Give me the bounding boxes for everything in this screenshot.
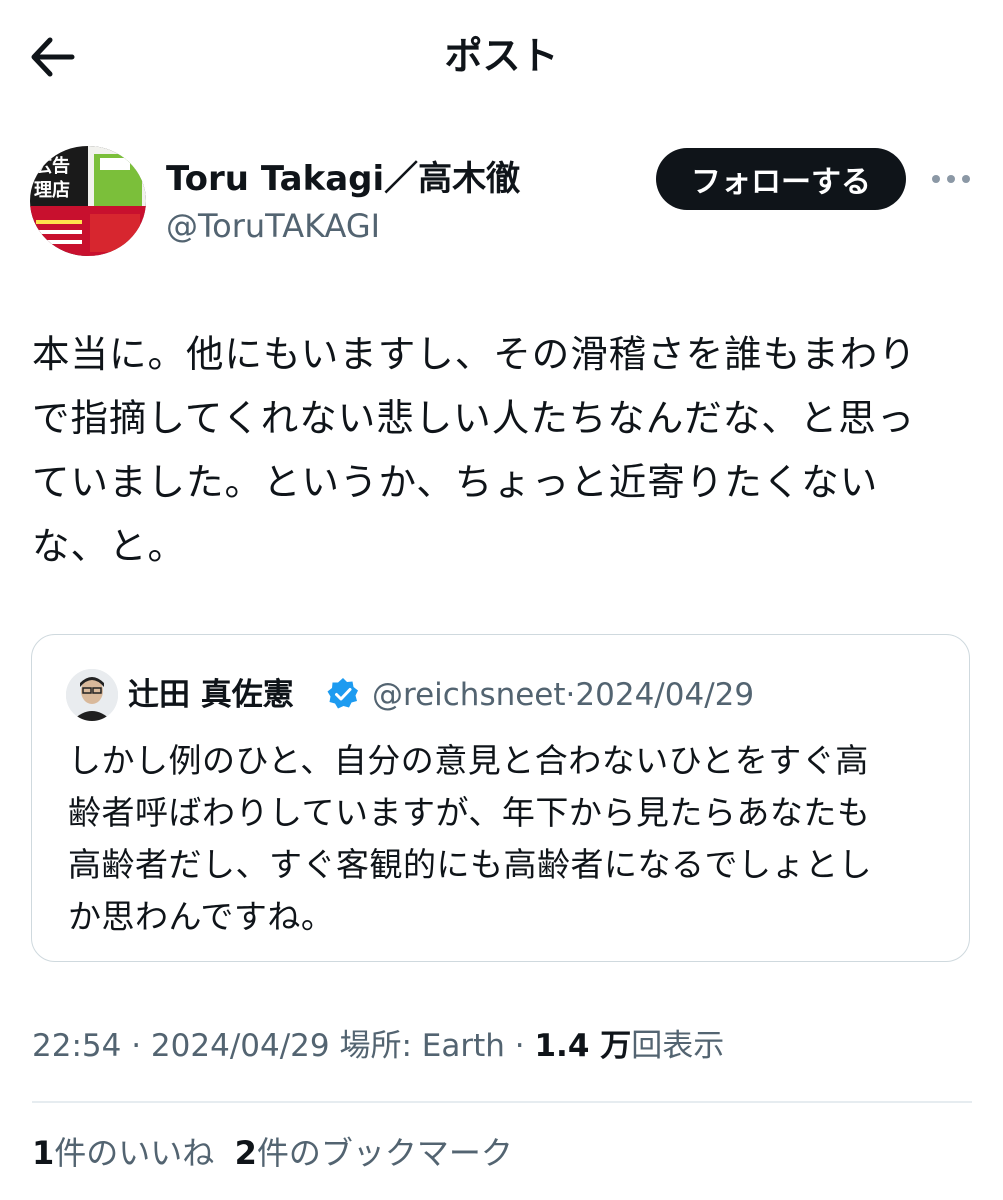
- post-location: 場所: Earth: [339, 1028, 505, 1064]
- views-label: 回表示: [631, 1028, 725, 1064]
- divider: [32, 1101, 972, 1103]
- quote-date: 2024/04/29: [575, 677, 755, 713]
- bookmarks-count: 2: [234, 1134, 257, 1172]
- quote-line: しかし例のひと、自分の意見と合わないひとをすぐ高: [68, 741, 869, 780]
- likes-count: 1: [32, 1134, 55, 1172]
- book-cover-image: 広告 理店: [30, 146, 146, 256]
- quote-author-name: 辻田 真佐憲: [128, 677, 294, 713]
- quoted-post[interactable]: 辻田 真佐憲 @reichsneet·2024/04/29 しかし例のひと、自分…: [31, 634, 970, 962]
- post-line: ていました。というか、ちょっと近寄りたくない: [32, 460, 879, 504]
- views-count: 1.4 万: [534, 1028, 632, 1064]
- avatar[interactable]: 広告 理店: [30, 146, 146, 256]
- ellipsis-icon: [932, 175, 970, 183]
- avatar-text-1: 広告: [34, 155, 70, 177]
- more-button[interactable]: [926, 164, 976, 194]
- bookmarks-stat[interactable]: 2件のブックマーク: [235, 1134, 513, 1172]
- meta-separator: ·: [131, 1028, 142, 1064]
- meta-separator: ·: [514, 1028, 525, 1064]
- post-line: 本当に。他にもいますし、その滑稽さを誰もまわり: [32, 332, 917, 376]
- post-line: な、と。: [32, 524, 186, 568]
- follow-button[interactable]: フォローする: [656, 148, 906, 210]
- quote-text: しかし例のひと、自分の意見と合わないひとをすぐ高 齢者呼ばわりしていますが、年下…: [68, 735, 948, 943]
- author-handle[interactable]: @ToruTAKAGI: [166, 204, 380, 248]
- engagement-stats: 1件のいいね 2件のブックマーク: [32, 1130, 513, 1176]
- post-line: で指摘してくれない悲しい人たちなんだな、と思っ: [32, 396, 916, 440]
- quote-handle-date: @reichsneet·2024/04/29: [372, 673, 754, 717]
- quote-author-handle: @reichsneet: [372, 677, 566, 713]
- likes-stat[interactable]: 1件のいいね: [32, 1134, 214, 1172]
- verified-badge-icon: [326, 677, 360, 711]
- author-name[interactable]: Toru Takagi／高木徹: [166, 156, 520, 202]
- bookmarks-label: 件のブックマーク: [256, 1134, 513, 1172]
- quote-line: か思わんですね。: [68, 897, 335, 936]
- likes-label: 件のいいね: [54, 1134, 215, 1172]
- views-stat[interactable]: 1.4 万回表示: [534, 1028, 724, 1064]
- post-meta: 22:54 · 2024/04/29 場所: Earth · 1.4 万回表示: [32, 1024, 724, 1068]
- quote-separator: ·: [565, 677, 576, 713]
- quote-line: 高齢者だし、すぐ客観的にも高齢者になるでしょとし: [68, 845, 872, 884]
- post-time[interactable]: 22:54: [32, 1028, 121, 1064]
- page-title: ポスト: [444, 34, 559, 78]
- post-date[interactable]: 2024/04/29: [151, 1028, 330, 1064]
- quote-line: 齢者呼ばわりしていますが、年下から見たらあなたも: [68, 793, 871, 832]
- avatar-text-2: 理店: [34, 179, 70, 201]
- post-text: 本当に。他にもいますし、その滑稽さを誰もまわり で指摘してくれない悲しい人たちな…: [32, 322, 977, 578]
- quote-avatar: [66, 669, 118, 721]
